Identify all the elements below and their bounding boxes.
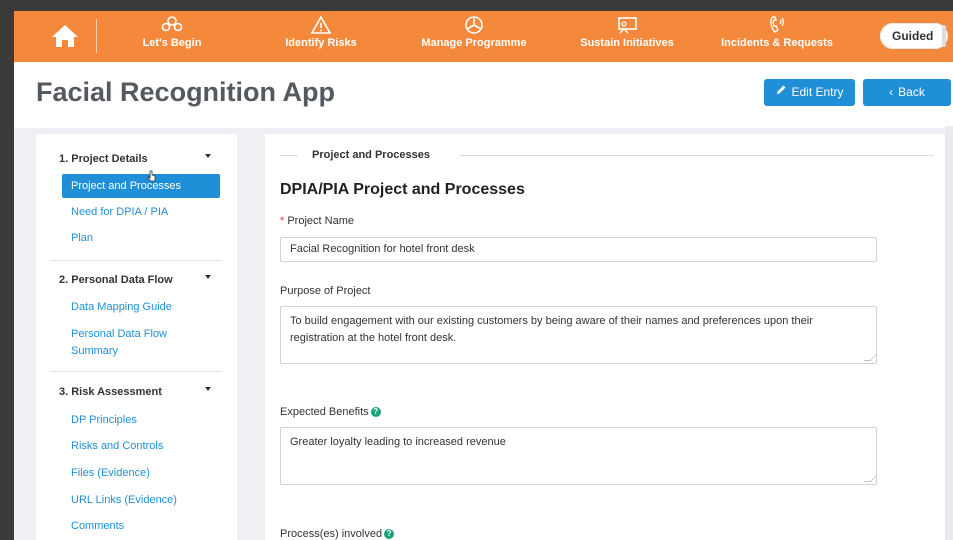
sidebar-item-need-for-dpia[interactable]: Need for DPIA / PIA	[71, 204, 168, 221]
warning-icon	[310, 15, 332, 34]
sidebar-item-risks-and-controls[interactable]: Risks and Controls	[71, 438, 163, 455]
presentation-icon	[618, 17, 637, 34]
nav-label: Incidents & Requests	[721, 37, 833, 49]
nav-lets-begin[interactable]: Let's Begin	[132, 15, 212, 49]
legend-line	[280, 155, 298, 156]
section-divider	[50, 260, 222, 261]
help-icon[interactable]: ?	[384, 529, 395, 540]
sidebar-item-plan[interactable]: Plan	[71, 230, 93, 247]
nav-identify-risks[interactable]: Identify Risks	[274, 15, 368, 49]
sidebar-item-data-mapping-guide[interactable]: Data Mapping Guide	[71, 299, 172, 316]
legend-line	[459, 155, 934, 156]
sidebar-section-personal-data-flow[interactable]: 2. Personal Data Flow	[59, 274, 173, 286]
sidebar: 1. Project Details Project and Processes…	[36, 134, 237, 540]
chevron-left-icon: ‹	[889, 85, 894, 99]
back-label: Back	[898, 85, 925, 99]
back-button[interactable]: ‹ Back	[863, 79, 951, 106]
label-text: Process(es) involved	[280, 528, 383, 540]
sidebar-item-dp-principles[interactable]: DP Principles	[71, 412, 137, 429]
benefits-text: Greater loyalty leading to increased rev…	[290, 436, 506, 448]
top-nav: Let's Begin Identify Risks Manage Progra…	[14, 11, 953, 62]
project-name-label: * Project Name	[280, 215, 354, 227]
nav-label: Identify Risks	[285, 37, 357, 49]
nav-sustain-initiatives[interactable]: Sustain Initiatives	[572, 15, 682, 49]
project-name-input[interactable]: Facial Recognition for hotel front desk	[280, 237, 877, 262]
caret-down-icon[interactable]	[205, 387, 211, 391]
sidebar-section-project-details[interactable]: 1. Project Details	[59, 153, 148, 165]
page-header: Facial Recognition App Edit Entry ‹ Back	[14, 62, 953, 128]
home-icon[interactable]	[50, 22, 80, 50]
edit-entry-button[interactable]: Edit Entry	[764, 79, 855, 106]
edit-entry-label: Edit Entry	[791, 85, 844, 99]
help-icon[interactable]: ?	[370, 407, 381, 418]
page-scrollbar[interactable]	[945, 126, 953, 540]
section-divider	[50, 371, 222, 372]
mouse-cursor-icon	[147, 169, 157, 182]
main-panel: Project and Processes DPIA/PIA Project a…	[265, 134, 951, 540]
toggle-knob	[942, 25, 946, 47]
nav-label: Sustain Initiatives	[580, 37, 674, 49]
expected-benefits-label: Expected Benefits?	[280, 406, 381, 418]
sidebar-item-files-evidence[interactable]: Files (Evidence)	[71, 465, 150, 482]
resize-handle-icon[interactable]	[863, 354, 878, 361]
team-icon	[161, 16, 183, 32]
section-legend: Project and Processes	[312, 149, 431, 161]
sidebar-item-url-links-evidence[interactable]: URL Links (Evidence)	[71, 492, 177, 509]
caret-down-icon[interactable]	[205, 154, 211, 158]
nav-label: Let's Begin	[142, 37, 202, 49]
processes-involved-label: Process(es) involved?	[280, 528, 395, 540]
app-window: Let's Begin Identify Risks Manage Progra…	[14, 11, 953, 540]
toggle-label: Guided	[892, 29, 934, 43]
sidebar-section-risk-assessment[interactable]: 3. Risk Assessment	[59, 386, 162, 398]
nav-label: Manage Programme	[421, 37, 527, 49]
expected-benefits-textarea[interactable]: Greater loyalty leading to increased rev…	[280, 427, 878, 485]
required-marker: *	[280, 215, 285, 227]
purpose-text: To build engagement with our existing cu…	[290, 315, 813, 344]
sidebar-item-project-and-processes[interactable]: Project and Processes	[62, 174, 220, 198]
phone-icon	[770, 16, 785, 33]
label-text: Expected Benefits	[280, 406, 369, 418]
purpose-textarea[interactable]: To build engagement with our existing cu…	[280, 306, 878, 364]
pie-chart-icon	[465, 16, 483, 34]
sidebar-item-personal-data-flow-summary[interactable]: Personal Data Flow Summary	[71, 326, 191, 360]
nav-manage-programme[interactable]: Manage Programme	[414, 15, 534, 49]
form-heading: DPIA/PIA Project and Processes	[280, 181, 525, 198]
page-title: Facial Recognition App	[36, 77, 336, 107]
resize-handle-icon[interactable]	[863, 475, 878, 482]
pencil-icon	[775, 79, 787, 106]
guided-mode-toggle[interactable]: Guided	[880, 23, 948, 49]
purpose-label: Purpose of Project	[280, 285, 371, 297]
nav-incidents-requests[interactable]: Incidents & Requests	[714, 15, 840, 49]
caret-down-icon[interactable]	[205, 275, 211, 279]
nav-divider	[96, 19, 97, 53]
label-text: Project Name	[287, 215, 354, 227]
sidebar-item-comments[interactable]: Comments	[71, 518, 124, 535]
